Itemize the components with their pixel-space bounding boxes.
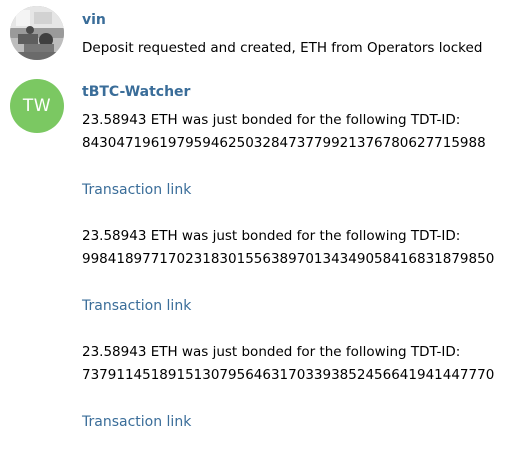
avatar[interactable]: TW xyxy=(10,79,64,133)
bond-message-line: 23.58943 ETH was just bonded for the fol… xyxy=(82,344,461,360)
avatar[interactable] xyxy=(10,6,64,60)
chat-history: vin Deposit requested and created, ETH f… xyxy=(0,0,527,449)
avatar-initials: TW xyxy=(22,96,52,116)
bond-message-line: 23.58943 ETH was just bonded for the fol… xyxy=(82,228,461,244)
sender-name[interactable]: tBTC-Watcher xyxy=(82,84,190,100)
transaction-link[interactable]: Transaction link xyxy=(82,298,191,314)
bond-message-line: 23.58943 ETH was just bonded for the fol… xyxy=(82,112,461,128)
tdt-id: 9984189771702318301556389701343490584168… xyxy=(82,251,495,267)
transaction-link[interactable]: Transaction link xyxy=(82,182,191,198)
user-photo-icon xyxy=(10,6,64,60)
sender-name[interactable]: vin xyxy=(82,12,106,28)
tdt-id: 8430471961979594625032847377992137678062… xyxy=(82,135,486,151)
transaction-link[interactable]: Transaction link xyxy=(82,414,191,430)
message-text: Deposit requested and created, ETH from … xyxy=(82,40,483,56)
tdt-id: 7379114518915130795646317033938524566419… xyxy=(82,367,495,383)
